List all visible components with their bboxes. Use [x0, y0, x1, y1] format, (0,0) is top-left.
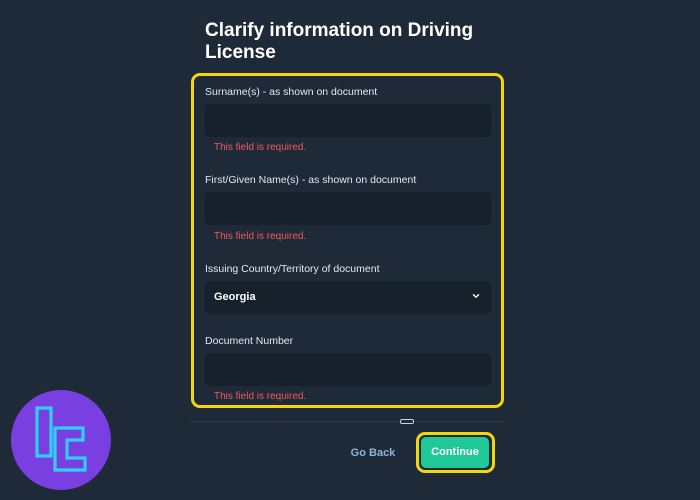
given-name-input[interactable]	[205, 192, 491, 225]
given-name-field: First/Given Name(s) - as shown on docume…	[205, 174, 493, 242]
brand-logo-icon	[35, 406, 87, 472]
form-highlight-frame: Surname(s) - as shown on document This f…	[191, 73, 504, 408]
scrollbar-thumb[interactable]	[400, 419, 414, 424]
page-title: Clarify information on Driving License	[205, 20, 474, 63]
country-field: Issuing Country/Territory of document Ge…	[205, 263, 493, 314]
brand-logo	[11, 390, 111, 490]
continue-button[interactable]: Continue	[421, 437, 489, 468]
document-number-label: Document Number	[205, 335, 294, 347]
country-label: Issuing Country/Territory of document	[205, 263, 380, 275]
surname-label: Surname(s) - as shown on document	[205, 86, 378, 98]
surname-input[interactable]	[205, 104, 491, 137]
country-select-value: Georgia	[214, 291, 256, 303]
given-name-error: This field is required.	[214, 231, 307, 242]
given-name-label: First/Given Name(s) - as shown on docume…	[205, 174, 417, 186]
document-number-error: This field is required.	[214, 391, 307, 402]
document-number-input[interactable]	[205, 353, 491, 386]
surname-error: This field is required.	[214, 142, 307, 153]
document-number-field: Document Number This field is required.	[205, 335, 493, 402]
chevron-down-icon	[472, 294, 480, 298]
country-select[interactable]: Georgia	[205, 281, 491, 314]
surname-field: Surname(s) - as shown on document This f…	[205, 86, 493, 153]
footer-divider	[190, 421, 504, 422]
go-back-button[interactable]: Go Back	[345, 441, 401, 465]
